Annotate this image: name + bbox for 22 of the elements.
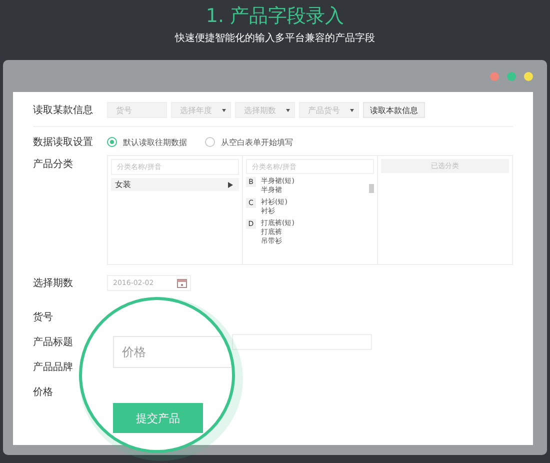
field-label: 选择期数 [33, 276, 74, 290]
field-label: 货号 [33, 310, 54, 324]
radio-label: 默认读取往期数据 [123, 136, 187, 148]
page-subtitle: 快速便捷智能化的输入多平台兼容的产品字段 [175, 32, 375, 45]
window-control-dot[interactable] [524, 72, 533, 80]
expand-icon [228, 182, 233, 188]
field-label: 产品标题 [33, 336, 74, 348]
field-label: 数据读取设置 [33, 136, 94, 149]
radio-label: 从空白表单开始填写 [221, 136, 293, 148]
read-button[interactable]: 读取本款信息 [363, 102, 425, 118]
radio-button[interactable] [205, 137, 215, 147]
radio-button[interactable] [107, 137, 117, 147]
category-item[interactable]: 女装 [111, 178, 239, 191]
page-title: 1. 产品字段录入 [206, 4, 344, 28]
calendar-icon[interactable] [177, 278, 187, 288]
field-label: 价格 [33, 386, 54, 398]
input-field[interactable] [232, 334, 372, 350]
window-control-dot[interactable] [507, 72, 516, 80]
field-label: 读取某款信息 [33, 104, 94, 117]
window-control-dot[interactable] [490, 72, 499, 80]
field-label: 产品品牌 [33, 360, 74, 374]
field-label: 产品分类 [33, 158, 74, 171]
